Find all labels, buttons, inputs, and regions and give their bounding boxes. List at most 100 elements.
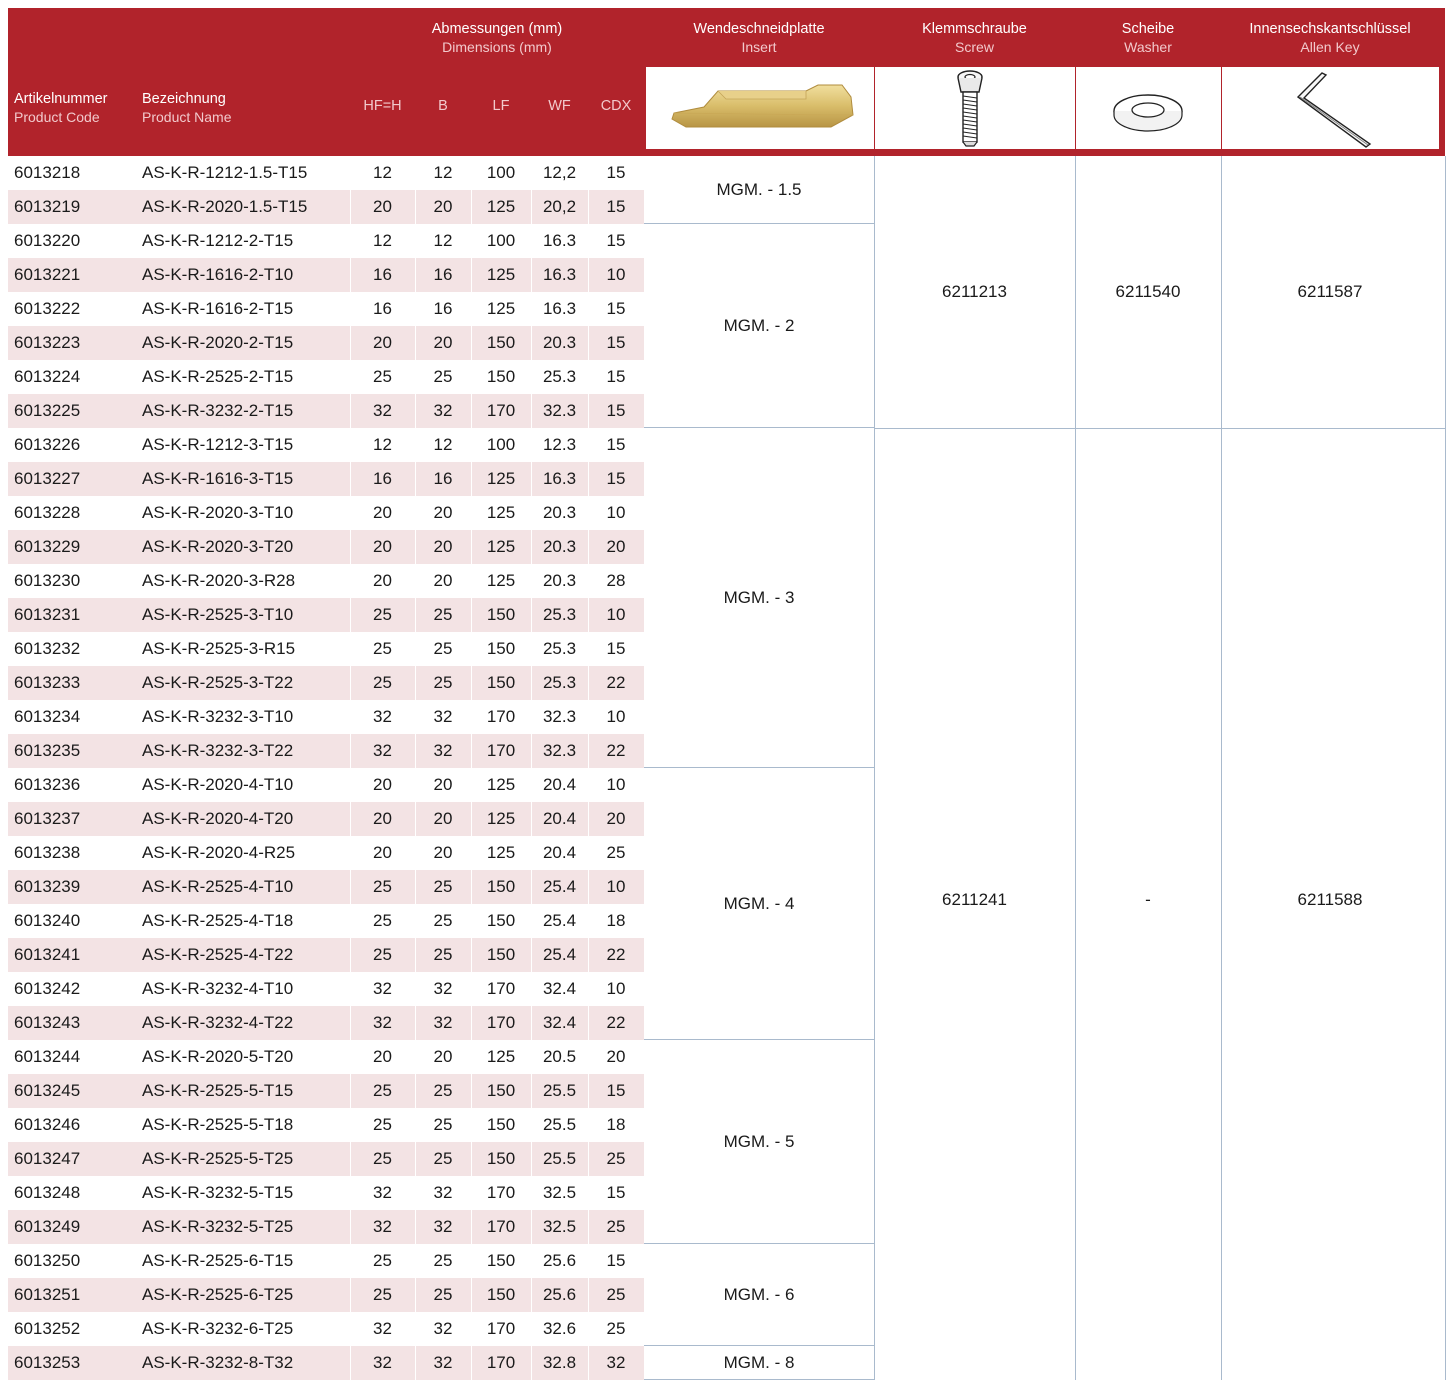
table-row: 6013247 AS-K-R-2525-5-T25 25 25 150 25.5 25	[8, 1142, 644, 1176]
cdx-cell: 25	[606, 1319, 626, 1338]
cdx-cell: 15	[606, 163, 626, 182]
wf-cell: 20.3	[542, 333, 577, 352]
cell-divider	[471, 1142, 472, 1176]
washer-cell: -	[1145, 890, 1151, 909]
hf-cell: 12	[373, 231, 392, 250]
b-cell: 25	[433, 1149, 453, 1168]
b-cell: 32	[433, 1183, 453, 1202]
product-name-cell: AS-K-R-2525-6-T25	[142, 1285, 294, 1304]
table-row: 6013249 AS-K-R-3232-5-T25 32 32 170 32.5 25	[8, 1210, 644, 1244]
product-name-cell: AS-K-R-2525-3-T10	[142, 605, 294, 624]
product-name-cell: AS-K-R-3232-4-T22	[142, 1013, 294, 1032]
hf-cell: 20	[373, 197, 392, 216]
lf-cell: 170	[486, 1217, 516, 1236]
hf-cell: 32	[373, 1183, 392, 1202]
column-divider	[1075, 156, 1076, 1380]
cell-divider	[350, 394, 351, 428]
wf-cell: 25.3	[542, 605, 577, 624]
cell-divider	[350, 1346, 351, 1380]
cell-divider	[471, 1006, 472, 1040]
wf-cell: 12.3	[542, 435, 577, 454]
cell-divider	[531, 666, 532, 700]
cdx-cell: 15	[606, 401, 626, 420]
table-row: 6013220 AS-K-R-1212-2-T15 12 12 100 16.3 15	[8, 224, 644, 258]
table-row: 6013222 AS-K-R-1616-2-T15 16 16 125 16.3 15	[8, 292, 644, 326]
lf-cell: 170	[486, 1013, 516, 1032]
product-name-cell: AS-K-R-2525-3-T22	[142, 673, 294, 692]
header-col-b: B	[438, 98, 448, 114]
cell-divider	[415, 1142, 416, 1176]
table-row: 6013246 AS-K-R-2525-5-T18 25 25 150 25.5 18	[8, 1108, 644, 1142]
cell-divider	[588, 326, 589, 360]
table-row: 6013238 AS-K-R-2020-4-R25 20 20 125 20.4 25	[8, 836, 644, 870]
hf-cell: 25	[373, 639, 392, 658]
product-code-cell: 6013247	[14, 1149, 81, 1168]
product-name-cell: AS-K-R-3232-6-T25	[142, 1319, 294, 1338]
b-cell: 32	[433, 1353, 453, 1372]
cell-divider	[588, 870, 589, 904]
cdx-cell: 10	[606, 503, 626, 522]
product-name-cell: AS-K-R-2525-4-T18	[142, 911, 294, 930]
product-name-cell: AS-K-R-3232-2-T15	[142, 401, 294, 420]
hf-cell: 25	[373, 877, 392, 896]
cell-divider	[588, 938, 589, 972]
product-table: Artikelnummer Product Code Bezeichnung P…	[8, 8, 1446, 1380]
header-product-code: Artikelnummer Product Code	[14, 91, 108, 125]
b-cell: 25	[433, 1251, 453, 1270]
cdx-cell: 32	[606, 1353, 626, 1372]
b-cell: 25	[433, 367, 453, 386]
cell-divider	[588, 190, 589, 224]
cell-divider	[350, 530, 351, 564]
hf-cell: 25	[373, 1081, 392, 1100]
table-row: 6013242 AS-K-R-3232-4-T10 32 32 170 32.4 10	[8, 972, 644, 1006]
b-cell: 25	[433, 639, 453, 658]
cell-divider	[588, 1346, 589, 1380]
cell-divider	[531, 326, 532, 360]
cdx-cell: 22	[606, 945, 626, 964]
cell-divider	[471, 326, 472, 360]
b-cell: 12	[433, 435, 453, 454]
cell-divider	[350, 1074, 351, 1108]
hf-cell: 20	[373, 809, 392, 828]
table-row: 6013221 AS-K-R-1616-2-T10 16 16 125 16.3 10	[8, 258, 644, 292]
product-name-cell: AS-K-R-2020-3-T20	[142, 537, 294, 556]
cell-divider	[471, 734, 472, 768]
cdx-cell: 15	[606, 333, 626, 352]
b-cell: 32	[433, 979, 453, 998]
insert-group-cell: MGM. - 5	[644, 1040, 874, 1244]
table-row: 6013230 AS-K-R-2020-3-R28 20 20 125 20.3 28	[8, 564, 644, 598]
b-cell: 20	[433, 333, 453, 352]
b-cell: 25	[433, 673, 453, 692]
table-row: 6013250 AS-K-R-2525-6-T15 25 25 150 25.6 15	[8, 1244, 644, 1278]
cell-divider	[415, 190, 416, 224]
hf-cell: 20	[373, 537, 392, 556]
cdx-cell: 15	[606, 1183, 626, 1202]
product-name-cell: AS-K-R-1212-3-T15	[142, 435, 294, 454]
hf-cell: 32	[373, 741, 392, 760]
lf-cell: 125	[486, 809, 516, 828]
cell-divider	[471, 1210, 472, 1244]
header-insert: Wendeschneidplatte Insert	[693, 21, 825, 55]
lf-cell: 125	[486, 571, 516, 590]
cell-divider	[350, 1278, 351, 1312]
cdx-cell: 25	[606, 843, 626, 862]
product-code-cell: 6013226	[14, 435, 81, 454]
hf-cell: 16	[373, 469, 392, 488]
product-code-cell: 6013251	[14, 1285, 81, 1304]
table-row: 6013234 AS-K-R-3232-3-T10 32 32 170 32.3 10	[8, 700, 644, 734]
wf-cell: 32.3	[542, 401, 577, 420]
product-name-cell: AS-K-R-3232-5-T15	[142, 1183, 294, 1202]
wf-cell: 20,2	[542, 197, 577, 216]
lf-cell: 125	[486, 299, 516, 318]
cell-divider	[415, 1278, 416, 1312]
cell-divider	[350, 1142, 351, 1176]
screw-image	[875, 67, 1075, 149]
insert-image	[646, 67, 874, 149]
cell-divider	[415, 462, 416, 496]
wf-cell: 25.6	[542, 1285, 577, 1304]
wf-cell: 32.6	[542, 1319, 577, 1338]
cell-divider	[471, 802, 472, 836]
b-cell: 20	[433, 197, 453, 216]
screw-cell: 6211241	[942, 890, 1007, 909]
table-row: 6013252 AS-K-R-3232-6-T25 32 32 170 32.6 25	[8, 1312, 644, 1346]
